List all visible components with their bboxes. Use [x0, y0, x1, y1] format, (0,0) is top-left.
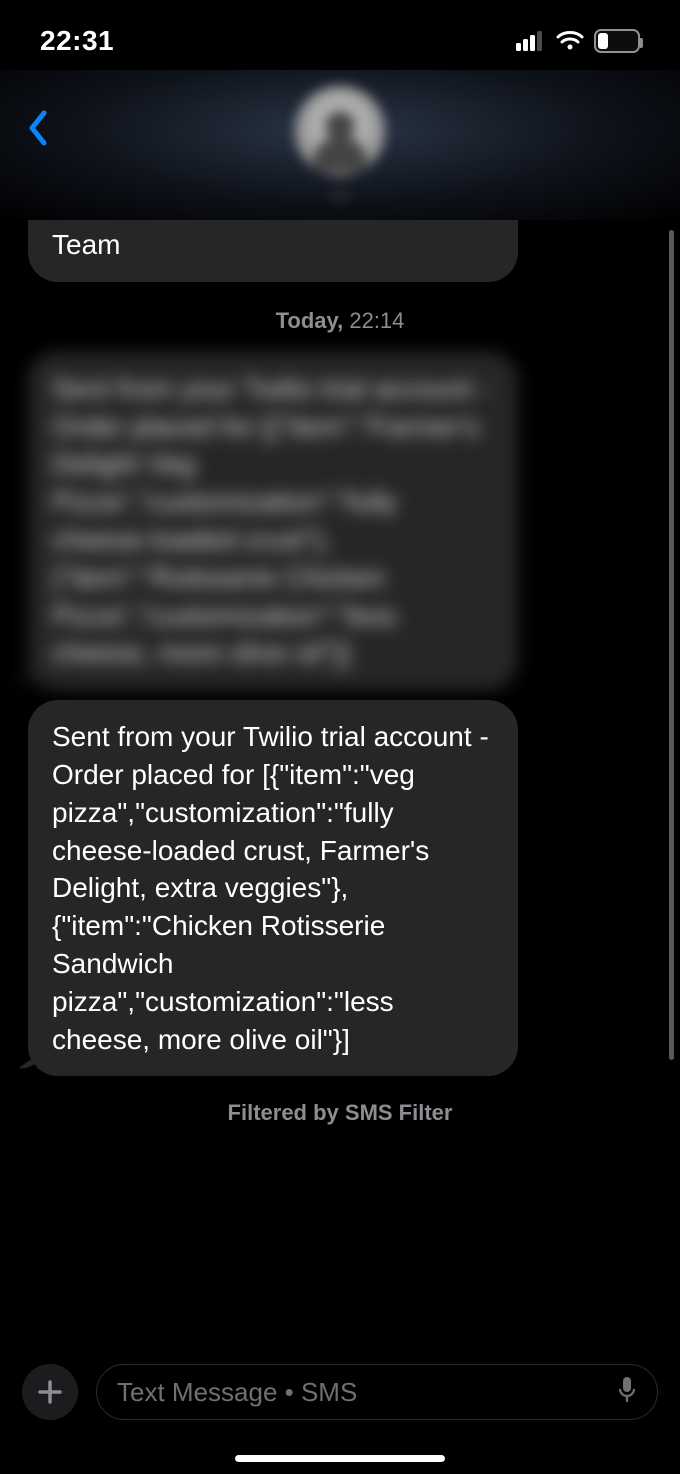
battery-percent: 25 [596, 33, 638, 50]
timestamp-time: 22:14 [349, 308, 404, 333]
composer-bar: Text Message • SMS [0, 1364, 680, 1420]
sms-filter-note: Filtered by SMS Filter [0, 1100, 680, 1126]
message-bubble-prev[interactable]: Team [28, 220, 518, 282]
timestamp-day: Today, [276, 308, 344, 333]
conversation-header: — [0, 70, 680, 220]
message-text: Sent from your Twilio trial account - Or… [52, 721, 489, 1054]
timestamp-separator: Today, 22:14 [0, 308, 680, 334]
status-time: 22:31 [40, 25, 114, 57]
status-right: 25 [516, 29, 640, 53]
scrollbar[interactable] [669, 230, 674, 1060]
home-indicator[interactable] [235, 1455, 445, 1462]
microphone-icon[interactable] [617, 1376, 637, 1409]
message-bubble-blurred[interactable]: Sent from your Twilio trial account - Or… [28, 352, 518, 690]
add-attachment-button[interactable] [22, 1364, 78, 1420]
message-text: Sent from your Twilio trial account - Or… [52, 373, 489, 669]
cellular-icon [516, 31, 546, 51]
battery-icon: 25 [594, 29, 640, 53]
conversation-scroll[interactable]: Team Today, 22:14 Sent from your Twilio … [0, 220, 680, 1344]
message-text: Team [52, 229, 120, 260]
wifi-icon [556, 31, 584, 51]
message-bubble[interactable]: Sent from your Twilio trial account - Or… [28, 700, 518, 1076]
avatar-icon [295, 86, 385, 176]
contact-name: — [330, 184, 351, 207]
contact-info[interactable]: — [295, 76, 385, 207]
back-button[interactable] [18, 108, 58, 148]
message-input[interactable]: Text Message • SMS [96, 1364, 658, 1420]
message-placeholder: Text Message • SMS [117, 1377, 617, 1408]
status-bar: 22:31 25 [0, 0, 680, 70]
